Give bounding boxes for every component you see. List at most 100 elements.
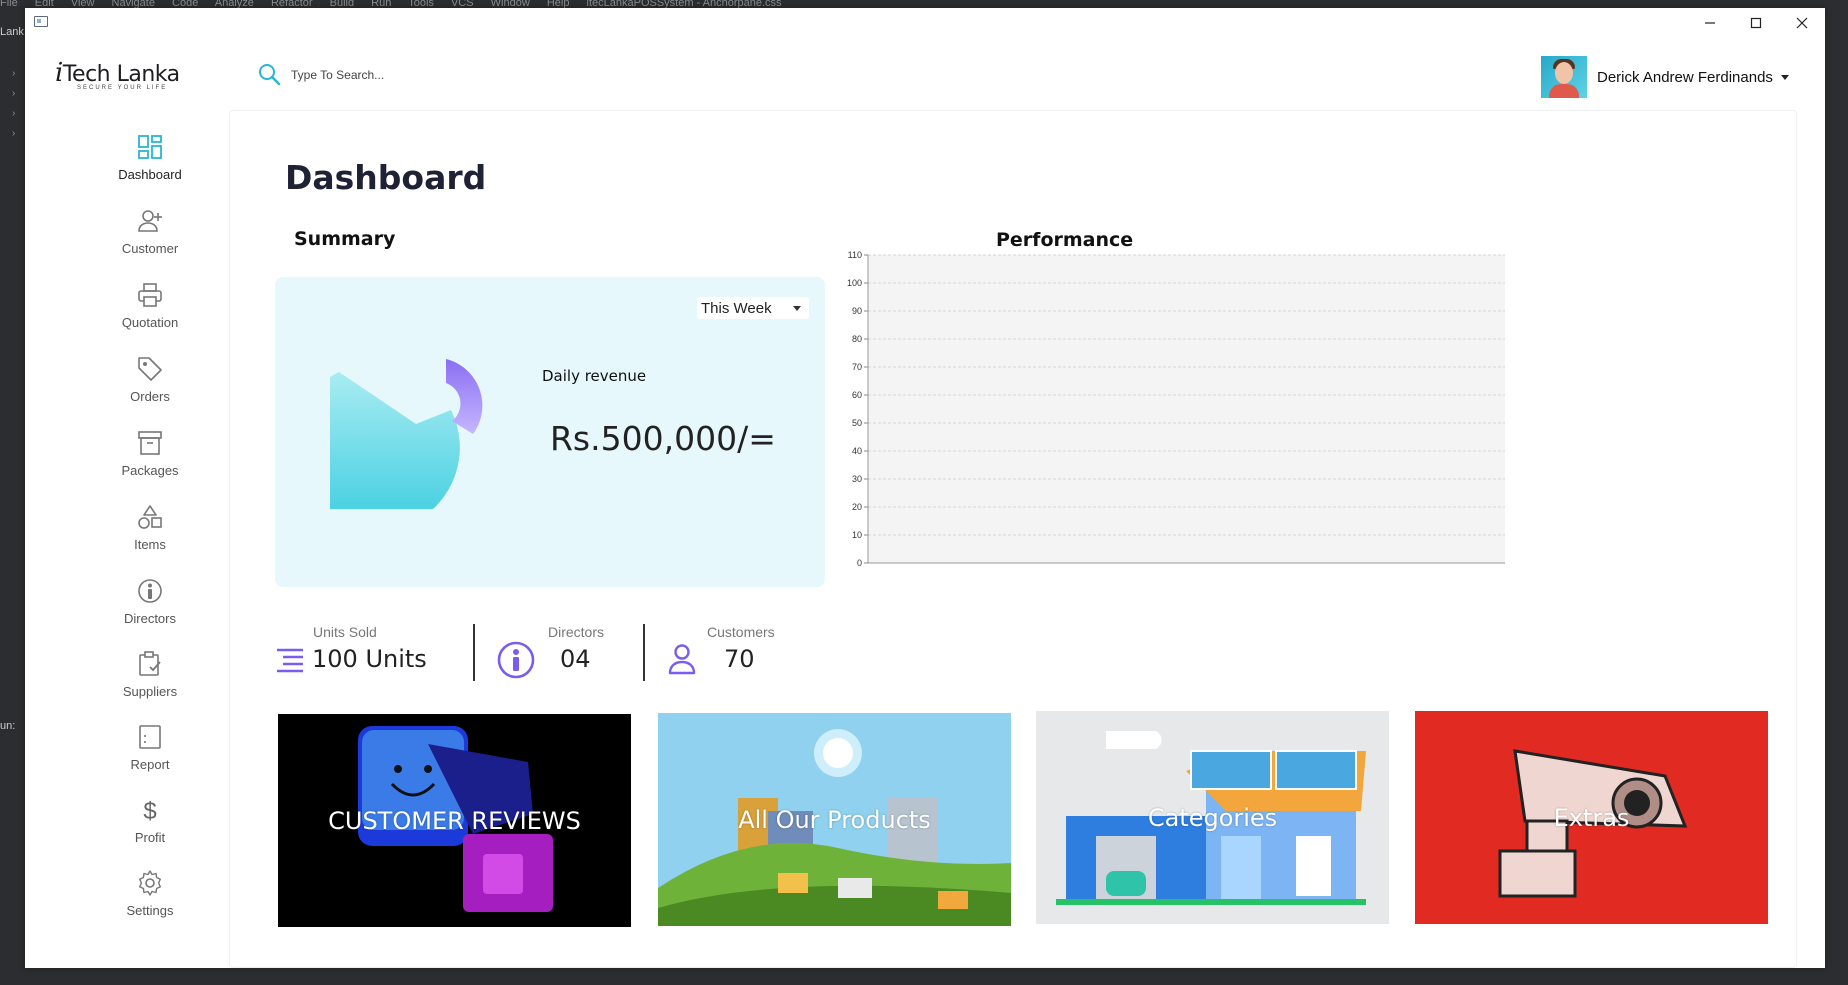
sidebar-item-label: Profit [134,830,166,845]
tile-label: Categories [1147,803,1278,832]
ide-menu-edit[interactable]: Edit [35,0,54,8]
sidebar-item-dashboard[interactable]: Dashboard [75,133,225,193]
sidebar-item-directors[interactable]: Directors [75,577,225,637]
y-tick-label: 110 [848,251,862,260]
extras-tile[interactable]: Extras [1415,711,1768,924]
ide-menubar: File Edit View Navigate Code Analyze Ref… [0,0,1848,8]
ide-menu-refactor[interactable]: Refactor [271,0,313,8]
sidebar-item-packages[interactable]: Packages [75,429,225,489]
sidebar-item-label: Settings [126,903,174,918]
sidebar-item-label: Directors [123,611,176,626]
minimize-button[interactable] [1687,8,1733,38]
minimize-icon [1705,22,1715,24]
dollar-icon: $ [143,798,156,824]
ide-left-toolbar: Lank › › › › un: [0,8,25,985]
ide-menu-window[interactable]: Window [491,0,530,8]
sidebar-item-items[interactable]: Items [75,503,225,563]
archive-box-icon [138,431,162,455]
window-titlebar [25,8,1825,38]
stat-caption: Directors [548,624,605,640]
all-products-tile[interactable]: All Our Products [658,713,1011,926]
y-tick-label: 40 [852,446,862,456]
chevron-right-icon[interactable]: › [12,88,15,99]
y-tick-label: 70 [852,362,862,372]
chart-plot-area [868,255,1505,563]
ide-statusbar [0,968,1848,985]
sidebar-item-settings[interactable]: Settings [75,869,225,929]
chevron-right-icon[interactable]: › [12,68,15,79]
user-name[interactable]: Derick Andrew Ferdinands [1597,69,1773,86]
chevron-down-icon[interactable] [1780,74,1789,80]
period-select-value: This Week [701,299,772,317]
sidebar-item-customer[interactable]: Customer [75,207,225,267]
report-icon [139,725,161,749]
search-input[interactable] [291,68,591,82]
sidebar-item-label: Customer [121,241,179,256]
stat-directors: Directors 04 [496,616,636,686]
daily-revenue-value: Rs.500,000/= [550,419,776,458]
ide-menu-vcs[interactable]: VCS [451,0,474,8]
stat-caption: Units Sold [313,624,377,640]
person-circle-icon [138,579,162,603]
ide-menu-analyze[interactable]: Analyze [215,0,254,8]
tile-label: All Our Products [738,805,931,834]
close-button[interactable] [1779,8,1825,38]
ide-menu-file[interactable]: File [0,0,18,8]
brand-name: iTech Lanka [55,58,180,88]
brand-prefix: i [55,58,63,88]
ide-right-toolbar [1826,8,1848,985]
stat-value: 70 [724,645,755,673]
tile-label: CUSTOMER REVIEWS [328,806,581,835]
chevron-right-icon[interactable]: › [12,128,15,139]
sidebar-item-orders[interactable]: Orders [75,355,225,415]
y-tick-label: 60 [852,390,862,400]
ide-menu-run[interactable]: Run [371,0,391,8]
y-tick-label: 80 [852,334,862,344]
stat-divider [473,624,475,681]
ide-menu-build[interactable]: Build [330,0,354,8]
period-select[interactable]: This Week [697,297,809,319]
chevron-right-icon[interactable]: › [12,108,15,119]
performance-chart: 0 10 20 30 40 50 60 70 80 90 100 110 [847,251,1505,568]
sidebar-item-profit[interactable]: $ Profit [75,796,225,856]
sidebar-item-label: Suppliers [122,684,178,699]
daily-revenue-label: Daily revenue [542,367,647,385]
ide-menu-navigate[interactable]: Navigate [112,0,155,8]
ide-menu-help[interactable]: Help [547,0,570,8]
search-icon[interactable] [257,62,283,88]
sidebar-item-label: Dashboard [118,167,182,182]
sidebar-item-label: Packages [121,463,179,478]
gear-icon [139,870,161,896]
main-content: Dashboard Summary Performance This Week [229,110,1797,968]
revenue-donut-chart [330,359,483,509]
dashboard-icon [138,135,162,159]
donut-segment-main [330,372,460,509]
sidebar-item-quotation[interactable]: Quotation [75,281,225,341]
user-menu[interactable]: Derick Andrew Ferdinands [1541,56,1789,98]
person-circle-icon [497,641,535,679]
brand-logo: iTech Lanka SECURE YOUR LIFE [55,58,195,98]
stat-value: 04 [560,645,591,673]
avatar[interactable] [1541,56,1587,98]
y-tick-label: 20 [852,502,862,512]
sidebar-item-report[interactable]: Report [75,723,225,783]
y-tick-label: 10 [852,530,862,540]
maximize-button[interactable] [1733,8,1779,38]
stat-caption: Customers [707,624,775,640]
y-tick-label: 100 [847,278,862,288]
user-icon [668,644,696,675]
ide-menu-tools[interactable]: Tools [408,0,434,8]
sidebar-item-label: Orders [130,389,170,404]
ide-project-label: Lank [0,26,24,38]
chevron-down-icon [793,306,801,311]
summary-card: This Week Daily revenue Rs.500,000/= [275,277,825,587]
ide-menu-code[interactable]: Code [172,0,198,8]
printer-icon [138,283,162,307]
sidebar-item-suppliers[interactable]: Suppliers [75,650,225,710]
ide-menu-view[interactable]: View [71,0,95,8]
y-tick-label: 90 [852,306,862,316]
customer-reviews-tile[interactable]: CUSTOMER REVIEWS [278,714,631,927]
add-user-icon [138,210,162,232]
categories-tile[interactable]: Categories [1036,711,1389,924]
tag-icon [138,357,162,381]
